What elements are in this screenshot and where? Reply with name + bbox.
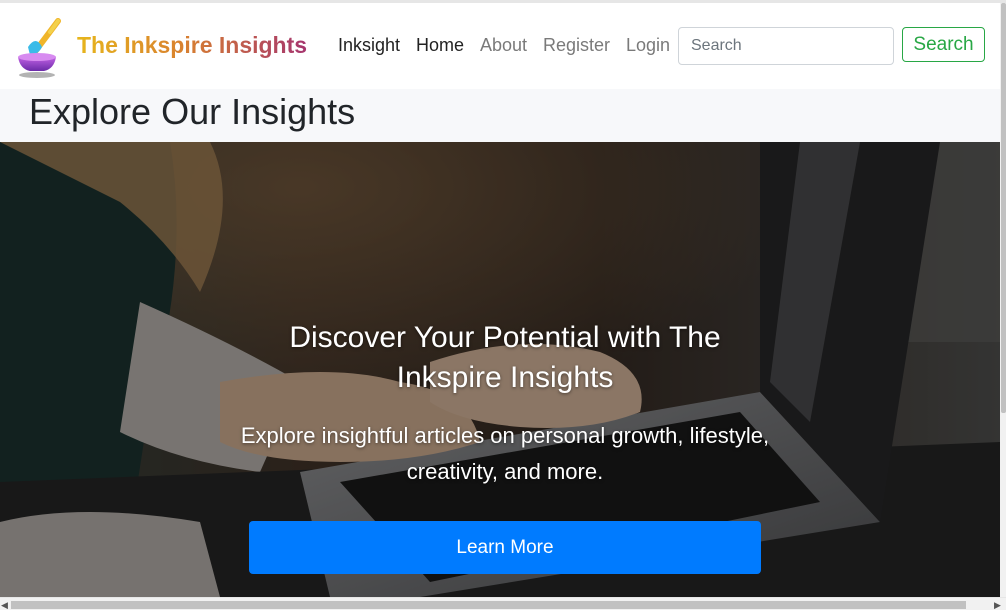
hero-heading: Discover Your Potential with The Inkspir…: [289, 321, 721, 394]
nav-link-register[interactable]: Register: [543, 35, 610, 56]
hero-description: Explore insightful articles on personal …: [240, 423, 770, 484]
navbar: The Inkspire Insights Inksight Home Abou…: [0, 3, 1000, 89]
hero-section: Discover Your Potential with The Inkspir…: [0, 142, 1000, 597]
search-input[interactable]: [678, 27, 894, 65]
hero-content: Discover Your Potential with The Inkspir…: [0, 142, 1000, 597]
nav-link-about[interactable]: About: [480, 35, 527, 56]
vertical-scrollbar-thumb[interactable]: [1001, 3, 1006, 413]
nav-link-login[interactable]: Login: [626, 35, 670, 56]
page-header: Explore Our Insights: [0, 89, 1000, 142]
nav-link-home[interactable]: Home: [416, 35, 464, 56]
horizontal-scrollbar[interactable]: ◀ ▶: [0, 597, 1006, 610]
page-title: Explore Our Insights: [29, 91, 356, 132]
search-button[interactable]: Search: [902, 27, 985, 62]
scroll-right-arrow-icon[interactable]: ▶: [994, 599, 1001, 610]
vertical-scrollbar[interactable]: [1000, 3, 1006, 597]
brand-name[interactable]: The Inkspire Insights: [77, 32, 307, 59]
learn-more-button[interactable]: Learn More: [249, 521, 761, 574]
paint-brush-bowl-icon[interactable]: [14, 17, 66, 79]
browser-viewport: The Inkspire Insights Inksight Home Abou…: [0, 0, 1006, 610]
horizontal-scrollbar-thumb[interactable]: [11, 601, 966, 609]
nav-link-inksight[interactable]: Inksight: [338, 35, 400, 56]
scroll-left-arrow-icon[interactable]: ◀: [1, 599, 8, 610]
